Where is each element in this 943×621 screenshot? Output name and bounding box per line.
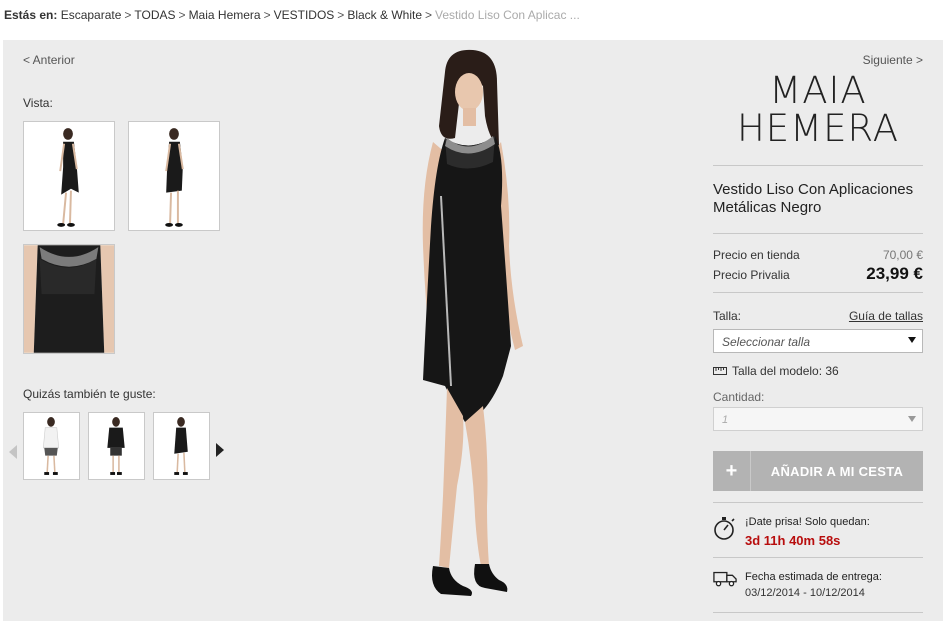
- quantity-select-value: 1: [722, 414, 729, 426]
- countdown-title: ¡Date prisa! Solo quedan:: [745, 516, 870, 528]
- suggestion-item[interactable]: [153, 412, 210, 480]
- quantity-label: Cantidad:: [713, 390, 765, 404]
- previous-product-link[interactable]: < Anterior: [23, 53, 75, 67]
- model-size-info: Talla del modelo: 36: [713, 364, 839, 378]
- breadcrumb-prefix: Estás en:: [4, 8, 58, 22]
- divider: [713, 292, 923, 293]
- size-guide-link[interactable]: Guía de tallas: [849, 309, 923, 323]
- privalia-price-row: Precio Privalia 23,99 €: [713, 264, 923, 284]
- delivery-block: Fecha estimada de entrega: 03/12/2014 - …: [713, 570, 923, 599]
- gallery-thumb-front[interactable]: [23, 121, 115, 231]
- breadcrumb-separator: >: [337, 8, 345, 22]
- carousel-next-arrow-icon[interactable]: [216, 443, 224, 457]
- breadcrumb-separator: >: [425, 8, 433, 22]
- dropdown-caret-icon: [908, 337, 916, 343]
- divider: [713, 233, 923, 234]
- breadcrumb-escaparate[interactable]: Escaparate: [61, 8, 122, 22]
- size-label: Talla:: [713, 309, 742, 323]
- store-price-row: Precio en tienda 70,00 €: [713, 248, 923, 262]
- delivery-dates: 03/12/2014 - 10/12/2014: [745, 587, 865, 599]
- divider: [713, 557, 923, 558]
- brand-line-2: HEMERA: [736, 107, 900, 150]
- divider: [713, 612, 923, 613]
- breadcrumb-separator: >: [124, 8, 132, 22]
- model-back-image: [165, 128, 184, 227]
- model-size-text: Talla del modelo: 36: [732, 364, 839, 378]
- breadcrumb: Estás en: Escaparate > TODAS > Maia Hemera > V…: [4, 8, 580, 22]
- countdown-block: ¡Date prisa! Solo quedan: 3d 11h 40m 58s: [713, 515, 923, 548]
- product-title: Vestido Liso Con Aplicaciones Metálicas …: [713, 181, 914, 216]
- gallery-label: Vista:: [23, 96, 53, 110]
- breadcrumb-separator: >: [178, 8, 186, 22]
- main-product-image: [422, 49, 523, 596]
- suggestion-item[interactable]: [88, 412, 145, 480]
- ruler-icon: [713, 367, 727, 375]
- breadcrumb-maia-hemera[interactable]: Maia Hemera: [189, 8, 261, 22]
- gallery-thumb-detail[interactable]: [23, 244, 115, 354]
- next-product-link[interactable]: Siguiente >: [863, 53, 923, 67]
- divider: [713, 165, 923, 166]
- divider: [713, 502, 923, 503]
- suggestion-black-top-image: [107, 417, 125, 475]
- suggestion-item[interactable]: [23, 412, 80, 480]
- dropdown-caret-icon: [908, 416, 916, 422]
- gallery-thumb-back[interactable]: [128, 121, 220, 231]
- brand-line-1: MAIA: [769, 69, 867, 112]
- dress-detail-image: [24, 245, 114, 353]
- plus-icon: +: [713, 451, 751, 491]
- model-front-image: [57, 128, 79, 227]
- brand-logo: MAIA HEMERA: [713, 72, 923, 148]
- add-to-cart-label: AÑADIR A MI CESTA: [770, 463, 904, 479]
- size-select-value: Seleccionar talla: [722, 335, 811, 349]
- delivery-truck-icon: [713, 571, 737, 587]
- store-price-value: 70,00 €: [882, 248, 923, 262]
- add-to-cart-button[interactable]: + AÑADIR A MI CESTA: [713, 451, 923, 491]
- privalia-price-label: Precio Privalia: [713, 268, 790, 282]
- suggestion-white-top-image: [42, 417, 60, 475]
- size-select[interactable]: Seleccionar talla: [713, 329, 923, 353]
- quantity-select[interactable]: 1: [713, 407, 923, 431]
- breadcrumb-todas[interactable]: TODAS: [134, 8, 175, 22]
- delivery-title: Fecha estimada de entrega:: [745, 571, 882, 583]
- stopwatch-icon: [714, 517, 735, 540]
- countdown-timer: 3d 11h 40m 58s: [745, 533, 841, 548]
- breadcrumb-black-white[interactable]: Black & White: [347, 8, 422, 22]
- carousel-prev-arrow-icon[interactable]: [9, 445, 17, 459]
- privalia-price-value: 23,99 €: [866, 264, 923, 283]
- breadcrumb-vestidos[interactable]: VESTIDOS: [274, 8, 335, 22]
- suggestion-dress-image: [174, 417, 188, 475]
- breadcrumb-separator: >: [263, 8, 271, 22]
- store-price-label: Precio en tienda: [713, 248, 800, 262]
- product-panel: < Anterior Siguiente > Vista: Quizás tam…: [3, 40, 943, 621]
- suggestions-label: Quizás también te guste:: [23, 387, 156, 401]
- breadcrumb-current: Vestido Liso Con Aplicac ...: [435, 8, 580, 22]
